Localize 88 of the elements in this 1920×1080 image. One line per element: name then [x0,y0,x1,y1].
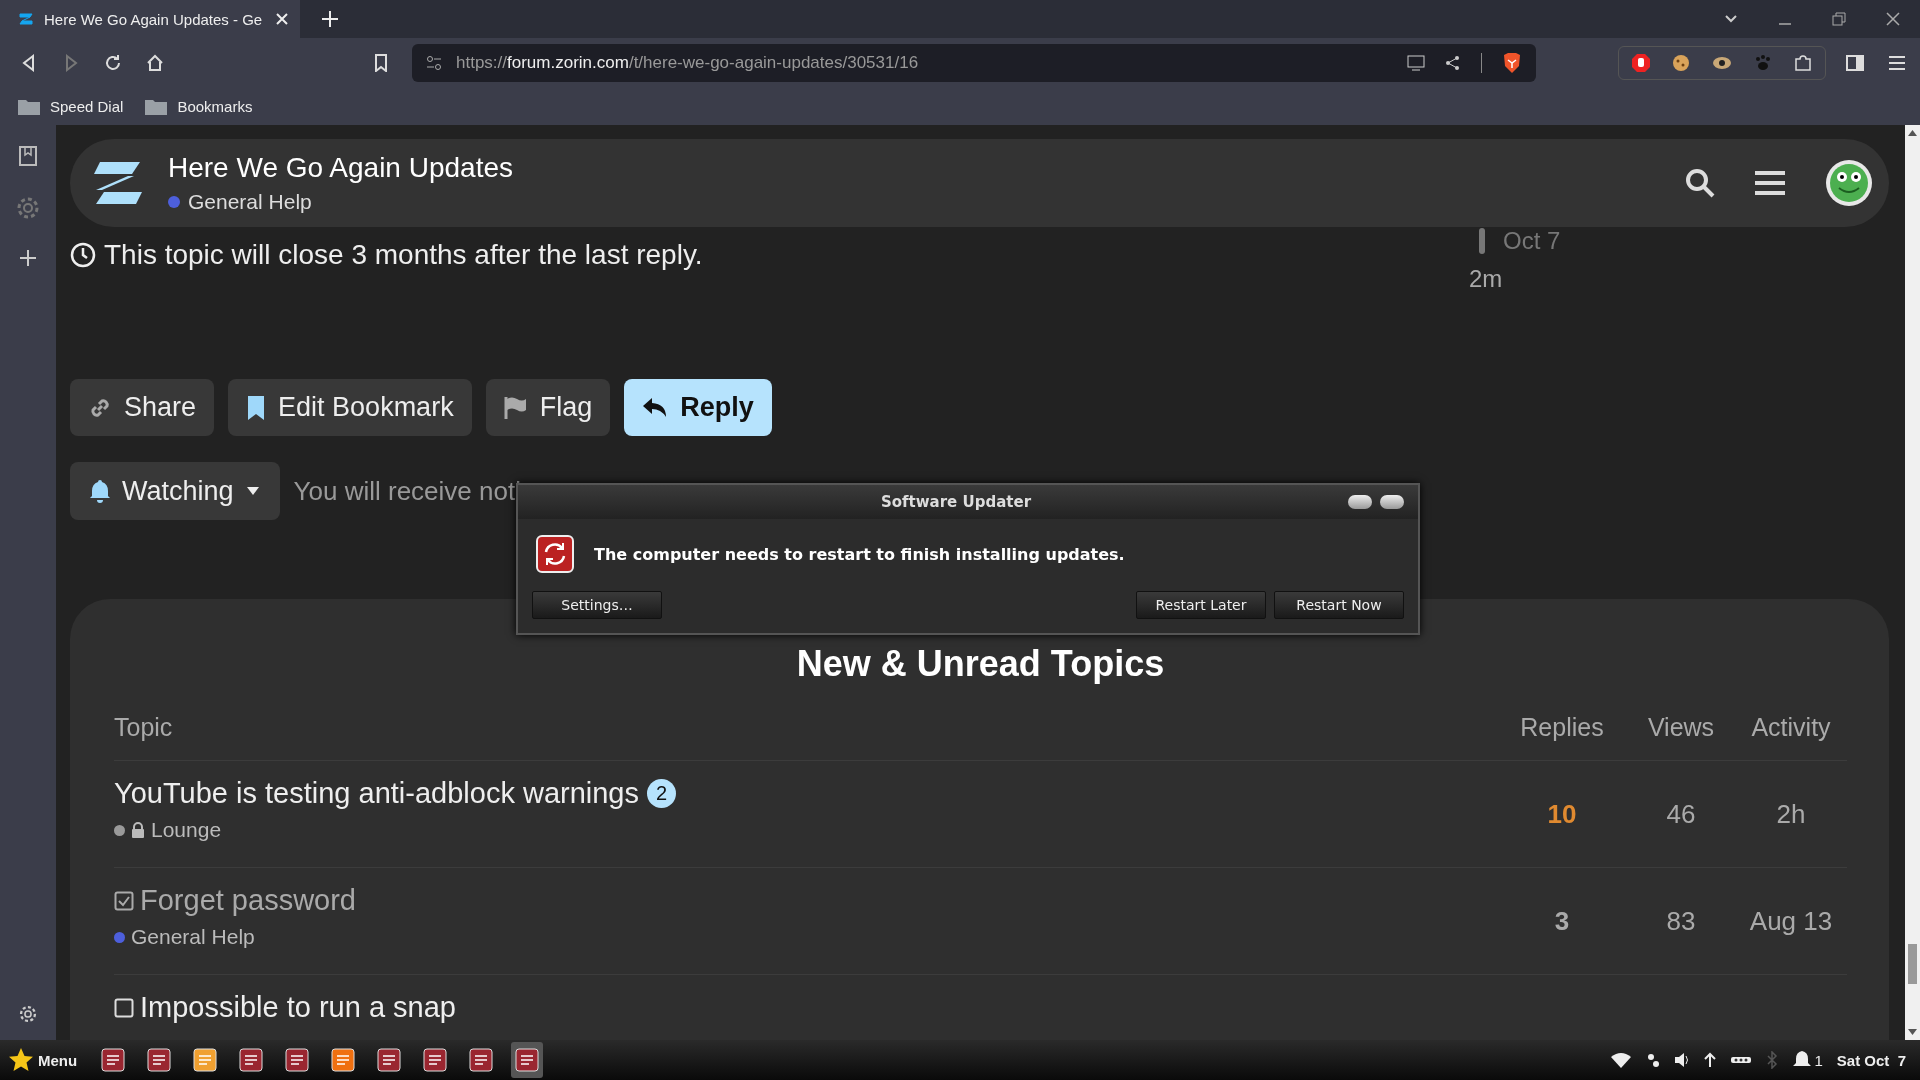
menu-icon[interactable] [1888,55,1906,71]
close-icon[interactable] [1886,12,1900,26]
star-icon [8,1047,34,1073]
flag-button[interactable]: Flag [485,379,611,436]
empty-box-icon [114,997,134,1018]
column-header[interactable]: Topic [114,713,1497,742]
chevron-down-icon[interactable] [1724,14,1738,24]
volume-icon[interactable] [1674,1052,1691,1068]
topic-link[interactable]: Impossible to run a snap [140,991,456,1024]
category-link[interactable]: General Help [131,925,255,949]
dialog-button[interactable]: Restart Later [1136,591,1266,619]
activity-time[interactable]: Aug 13 [1735,905,1847,937]
folder-icon [145,98,168,115]
close-notice: This topic will close 3 months after the last reply. [104,239,703,271]
share-icon[interactable] [1445,55,1461,71]
bookmark-folder[interactable]: Speed Dial [18,98,124,115]
address-bar[interactable]: https://forum.zorin.com/t/here-we-go-again-updates/30531/16 [412,44,1536,82]
share-button[interactable]: Share [70,379,215,436]
scroll-up-icon[interactable] [1908,130,1917,136]
wifi-icon[interactable] [1610,1052,1633,1068]
zorin-logo-icon [18,11,34,27]
unread-count[interactable]: 2 [647,779,677,808]
timeline-handle[interactable] [1479,228,1485,254]
folder-label: Speed Dial [50,98,124,115]
activity-time[interactable]: 2h [1735,798,1847,830]
category-link[interactable]: Lounge [151,818,222,842]
topic-link[interactable]: Forget password [140,884,356,917]
view-count: 83 [1665,905,1697,937]
caret-icon [245,486,260,496]
bookmark-list-icon[interactable] [18,145,38,167]
browser-tab[interactable]: Here We Go Again Updates - Ge [0,0,300,38]
notification-count: 1 [1814,1051,1823,1069]
puzzle-icon[interactable] [1793,53,1813,73]
topic-link[interactable]: YouTube is testing anti-adblock warnings [114,777,639,810]
bookmark-folder[interactable]: Bookmarks [145,98,253,115]
folder-icon [18,98,40,115]
reply-arrow-icon [642,396,669,419]
bookmark-button[interactable]: Edit Bookmark [228,379,472,436]
add-icon[interactable] [19,249,37,267]
folder-label: Bookmarks [177,98,253,115]
timeline-date: Oct 7 [1503,227,1561,255]
column-header[interactable]: Activity [1735,713,1847,742]
reply-button[interactable]: Reply [624,379,772,436]
upload-arrow-icon[interactable] [1704,1052,1717,1068]
update-icon [536,535,574,573]
taskbar-app[interactable] [511,1042,544,1078]
reload-icon[interactable] [104,54,122,72]
dialog-button[interactable]: Restart Now [1274,591,1404,619]
cookie-icon[interactable] [1671,53,1691,73]
dialog-button[interactable]: Settings… [532,591,662,619]
cast-icon[interactable] [1407,55,1425,71]
topic-title[interactable]: Here We Go Again Updates [168,152,513,184]
clock[interactable]: Sat Oct 7 [1836,1051,1912,1069]
bookmark-icon[interactable] [374,54,388,72]
scrollbar[interactable] [1905,125,1920,1040]
tab-title: Here We Go Again Updates - Ge [44,10,264,28]
column-header[interactable]: Replies [1497,713,1627,742]
category-link[interactable]: General Help [188,190,312,214]
bookmark-icon [246,394,267,421]
scroll-thumb[interactable] [1908,944,1917,984]
column-header[interactable]: Views [1627,713,1735,742]
dialog-message: The computer needs to restart to finish installing updates. [594,544,1125,564]
settings-icon[interactable] [18,1004,38,1024]
view-count: 46 [1665,798,1697,830]
start-menu-button[interactable]: Menu [8,1047,78,1073]
site-settings-icon[interactable] [426,55,442,71]
home-icon[interactable] [146,54,164,72]
restore-icon[interactable] [1832,12,1846,26]
panel-heading: New & Unread Topics [796,643,1165,685]
window-button[interactable] [1348,495,1372,509]
scroll-down-icon[interactable] [1908,1029,1917,1035]
timeline-age: 2m [1469,265,1504,293]
flag-icon [503,395,528,420]
sidebar-toggle-icon[interactable] [1846,54,1864,72]
notification-dropdown[interactable]: Watching [70,462,280,520]
clock-icon [70,242,96,268]
reply-count[interactable]: 10 [1497,798,1627,830]
checked-box-icon [114,890,134,911]
zorin-logo-icon[interactable] [92,160,144,206]
url-text: https://forum.zorin.com/t/here-we-go-again-updates/30531/16 [456,53,919,73]
avatar-icon[interactable] [1825,159,1873,207]
bell-icon [90,479,110,503]
reply-count[interactable]: 3 [1497,905,1627,937]
search-icon[interactable] [1685,168,1715,198]
window-button[interactable] [1380,495,1404,509]
stop-hand-icon[interactable] [1631,53,1651,73]
menu-icon[interactable] [1755,170,1785,196]
dialog-title: Software Updater [879,493,1033,511]
